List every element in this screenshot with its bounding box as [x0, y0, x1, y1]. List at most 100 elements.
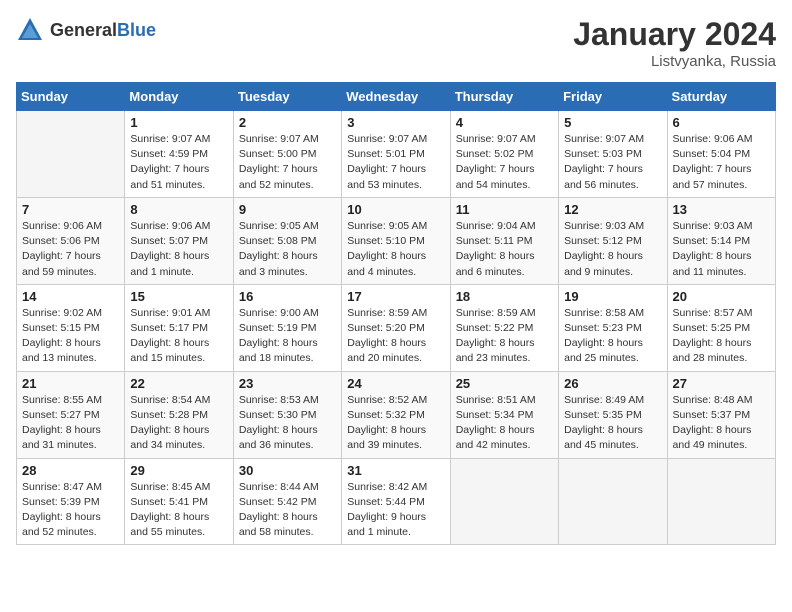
day-number: 6	[673, 115, 770, 130]
day-cell: 22 Sunrise: 8:54 AM Sunset: 5:28 PM Dayli…	[125, 371, 233, 458]
day-info: Sunrise: 9:07 AM Sunset: 5:00 PM Dayligh…	[239, 132, 336, 193]
day-number: 11	[456, 202, 553, 217]
day-number: 18	[456, 289, 553, 304]
day-cell: 9 Sunrise: 9:05 AM Sunset: 5:08 PM Daylig…	[233, 197, 341, 284]
day-cell: 6Sunrise: 9:06 AM Sunset: 5:04 PM Daylig…	[667, 111, 775, 198]
day-info: Sunrise: 8:53 AM Sunset: 5:30 PM Dayligh…	[239, 393, 336, 454]
week-row-5: 28 Sunrise: 8:47 AM Sunset: 5:39 PM Dayli…	[17, 458, 776, 545]
logo-blue-text: Blue	[117, 20, 156, 40]
day-info: Sunrise: 9:06 AM Sunset: 5:07 PM Dayligh…	[130, 219, 227, 280]
day-number: 5	[564, 115, 661, 130]
day-cell: 2 Sunrise: 9:07 AM Sunset: 5:00 PM Daylig…	[233, 111, 341, 198]
week-row-1: 1 Sunrise: 9:07 AM Sunset: 4:59 PM Daylig…	[17, 111, 776, 198]
day-cell: 10 Sunrise: 9:05 AM Sunset: 5:10 PM Dayli…	[342, 197, 450, 284]
day-info: Sunrise: 9:00 AM Sunset: 5:19 PM Dayligh…	[239, 306, 336, 367]
day-number: 26	[564, 376, 661, 391]
day-cell: 7 Sunrise: 9:06 AM Sunset: 5:06 PM Daylig…	[17, 197, 125, 284]
day-info: Sunrise: 8:54 AM Sunset: 5:28 PM Dayligh…	[130, 393, 227, 454]
day-info: Sunrise: 8:57 AM Sunset: 5:25 PM Dayligh…	[673, 306, 770, 367]
day-number: 22	[130, 376, 227, 391]
day-cell	[667, 458, 775, 545]
day-info: Sunrise: 9:06 AM Sunset: 5:06 PM Dayligh…	[22, 219, 119, 280]
weekday-header-monday: Monday	[125, 83, 233, 111]
day-cell: 26Sunrise: 8:49 AM Sunset: 5:35 PM Dayli…	[559, 371, 667, 458]
day-number: 24	[347, 376, 444, 391]
logo-general-text: General	[50, 20, 117, 40]
day-number: 10	[347, 202, 444, 217]
day-cell: 31Sunrise: 8:42 AM Sunset: 5:44 PM Dayli…	[342, 458, 450, 545]
day-info: Sunrise: 9:01 AM Sunset: 5:17 PM Dayligh…	[130, 306, 227, 367]
day-number: 16	[239, 289, 336, 304]
week-row-3: 14Sunrise: 9:02 AM Sunset: 5:15 PM Dayli…	[17, 284, 776, 371]
day-cell: 24 Sunrise: 8:52 AM Sunset: 5:32 PM Dayli…	[342, 371, 450, 458]
day-cell: 21Sunrise: 8:55 AM Sunset: 5:27 PM Dayli…	[17, 371, 125, 458]
logo: GeneralBlue	[16, 16, 156, 44]
month-year-title: January 2024	[573, 16, 776, 53]
weekday-header-thursday: Thursday	[450, 83, 558, 111]
day-number: 14	[22, 289, 119, 304]
weekday-header-sunday: Sunday	[17, 83, 125, 111]
day-cell: 5 Sunrise: 9:07 AM Sunset: 5:03 PM Daylig…	[559, 111, 667, 198]
weekday-header-friday: Friday	[559, 83, 667, 111]
weekday-header-row: SundayMondayTuesdayWednesdayThursdayFrid…	[17, 83, 776, 111]
day-number: 25	[456, 376, 553, 391]
day-cell: 13 Sunrise: 9:03 AM Sunset: 5:14 PM Dayli…	[667, 197, 775, 284]
day-info: Sunrise: 8:59 AM Sunset: 5:20 PM Dayligh…	[347, 306, 444, 367]
day-number: 9	[239, 202, 336, 217]
day-info: Sunrise: 9:03 AM Sunset: 5:12 PM Dayligh…	[564, 219, 661, 280]
day-number: 28	[22, 463, 119, 478]
day-info: Sunrise: 8:59 AM Sunset: 5:22 PM Dayligh…	[456, 306, 553, 367]
day-cell: 4Sunrise: 9:07 AM Sunset: 5:02 PM Daylig…	[450, 111, 558, 198]
day-info: Sunrise: 8:42 AM Sunset: 5:44 PM Dayligh…	[347, 480, 444, 541]
day-number: 1	[130, 115, 227, 130]
day-number: 12	[564, 202, 661, 217]
day-info: Sunrise: 8:47 AM Sunset: 5:39 PM Dayligh…	[22, 480, 119, 541]
day-cell: 29Sunrise: 8:45 AM Sunset: 5:41 PM Dayli…	[125, 458, 233, 545]
day-cell: 14Sunrise: 9:02 AM Sunset: 5:15 PM Dayli…	[17, 284, 125, 371]
day-info: Sunrise: 9:07 AM Sunset: 5:03 PM Dayligh…	[564, 132, 661, 193]
day-number: 13	[673, 202, 770, 217]
day-cell: 16 Sunrise: 9:00 AM Sunset: 5:19 PM Dayli…	[233, 284, 341, 371]
day-number: 3	[347, 115, 444, 130]
day-cell: 11 Sunrise: 9:04 AM Sunset: 5:11 PM Dayli…	[450, 197, 558, 284]
day-cell	[17, 111, 125, 198]
day-info: Sunrise: 9:04 AM Sunset: 5:11 PM Dayligh…	[456, 219, 553, 280]
day-cell	[559, 458, 667, 545]
day-info: Sunrise: 9:07 AM Sunset: 4:59 PM Dayligh…	[130, 132, 227, 193]
location-subtitle: Listvyanka, Russia	[573, 53, 776, 70]
calendar-table: SundayMondayTuesdayWednesdayThursdayFrid…	[16, 82, 776, 545]
day-info: Sunrise: 8:48 AM Sunset: 5:37 PM Dayligh…	[673, 393, 770, 454]
day-number: 27	[673, 376, 770, 391]
day-info: Sunrise: 8:51 AM Sunset: 5:34 PM Dayligh…	[456, 393, 553, 454]
day-cell: 25 Sunrise: 8:51 AM Sunset: 5:34 PM Dayli…	[450, 371, 558, 458]
day-number: 30	[239, 463, 336, 478]
day-number: 17	[347, 289, 444, 304]
day-cell: 27 Sunrise: 8:48 AM Sunset: 5:37 PM Dayli…	[667, 371, 775, 458]
day-info: Sunrise: 9:05 AM Sunset: 5:10 PM Dayligh…	[347, 219, 444, 280]
day-cell: 28 Sunrise: 8:47 AM Sunset: 5:39 PM Dayli…	[17, 458, 125, 545]
week-row-2: 7 Sunrise: 9:06 AM Sunset: 5:06 PM Daylig…	[17, 197, 776, 284]
day-cell: 3 Sunrise: 9:07 AM Sunset: 5:01 PM Daylig…	[342, 111, 450, 198]
weekday-header-wednesday: Wednesday	[342, 83, 450, 111]
day-info: Sunrise: 9:07 AM Sunset: 5:01 PM Dayligh…	[347, 132, 444, 193]
day-number: 2	[239, 115, 336, 130]
day-cell: 1 Sunrise: 9:07 AM Sunset: 4:59 PM Daylig…	[125, 111, 233, 198]
page-header: GeneralBlue January 2024 Listvyanka, Rus…	[16, 16, 776, 70]
weekday-header-tuesday: Tuesday	[233, 83, 341, 111]
day-number: 15	[130, 289, 227, 304]
day-info: Sunrise: 9:03 AM Sunset: 5:14 PM Dayligh…	[673, 219, 770, 280]
day-info: Sunrise: 8:44 AM Sunset: 5:42 PM Dayligh…	[239, 480, 336, 541]
title-block: January 2024 Listvyanka, Russia	[573, 16, 776, 70]
day-number: 7	[22, 202, 119, 217]
day-number: 20	[673, 289, 770, 304]
day-number: 23	[239, 376, 336, 391]
day-number: 21	[22, 376, 119, 391]
day-number: 4	[456, 115, 553, 130]
day-info: Sunrise: 8:52 AM Sunset: 5:32 PM Dayligh…	[347, 393, 444, 454]
day-cell: 19Sunrise: 8:58 AM Sunset: 5:23 PM Dayli…	[559, 284, 667, 371]
day-cell: 20 Sunrise: 8:57 AM Sunset: 5:25 PM Dayli…	[667, 284, 775, 371]
day-number: 29	[130, 463, 227, 478]
weekday-header-saturday: Saturday	[667, 83, 775, 111]
day-info: Sunrise: 9:05 AM Sunset: 5:08 PM Dayligh…	[239, 219, 336, 280]
day-cell: 17 Sunrise: 8:59 AM Sunset: 5:20 PM Dayli…	[342, 284, 450, 371]
